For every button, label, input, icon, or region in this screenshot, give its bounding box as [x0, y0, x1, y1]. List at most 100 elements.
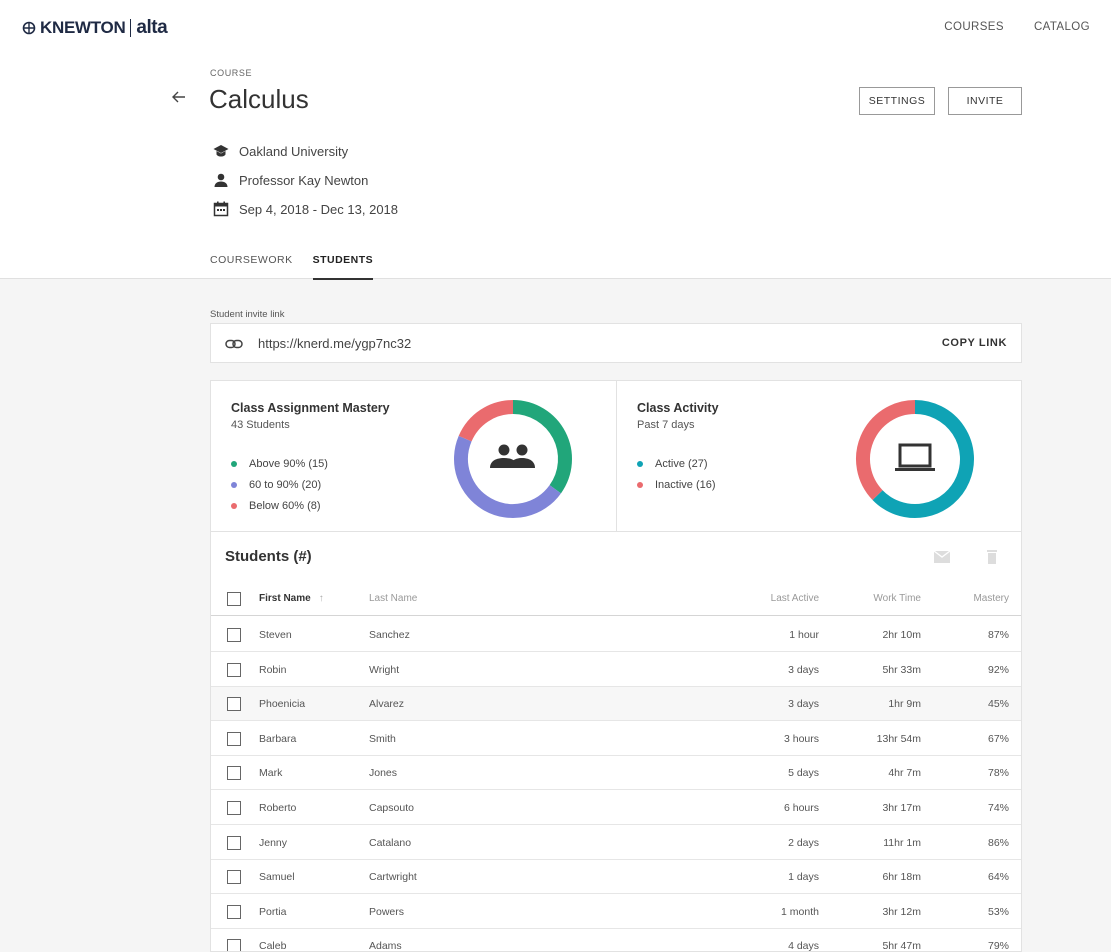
last-active-cell: 5 days — [788, 767, 819, 780]
work-time-cell: 11hr 1m — [883, 836, 921, 849]
table-row[interactable]: Jenny Catalano 2 days 11hr 1m 86% — [211, 826, 1021, 860]
activity-donut-chart — [856, 400, 974, 518]
legend-label: Below 60% (8) — [249, 499, 321, 512]
last-name-cell: Alvarez — [369, 698, 405, 711]
row-checkbox[interactable] — [227, 939, 241, 951]
work-time-cell: 6hr 18m — [882, 871, 921, 884]
invite-link-box: https://knerd.me/ygp7nc32 COPY LINK — [210, 323, 1022, 363]
legend-label: Active (27) — [655, 457, 708, 470]
group-icon — [490, 444, 535, 468]
mastery-cell: 92% — [987, 663, 1009, 676]
copy-link-button[interactable]: COPY LINK — [942, 337, 1007, 349]
table-row[interactable]: Steven Sanchez 1 hour 2hr 10m 87% — [211, 618, 1021, 652]
back-arrow-icon[interactable] — [170, 88, 188, 106]
row-checkbox[interactable] — [227, 731, 241, 746]
donut-segment — [856, 400, 916, 500]
tab-coursework[interactable]: COURSEWORK — [210, 254, 293, 280]
table-row[interactable]: Samuel Cartwright 1 days 6hr 18m 64% — [211, 860, 1021, 895]
work-time-cell: 3hr 12m — [882, 905, 921, 918]
brand-name: KNEWTON — [40, 18, 126, 37]
table-row[interactable]: Barbara Smith 3 hours 13hr 54m 67% — [211, 722, 1021, 756]
row-checkbox[interactable] — [227, 697, 241, 712]
legend-label: Above 90% (15) — [249, 457, 328, 470]
legend-inactive: Inactive (16) — [637, 474, 716, 495]
first-name-cell: Jenny — [259, 836, 288, 849]
students-table: Students (#) First Name ↑ Last Name Last … — [210, 532, 1022, 952]
activity-subtitle: Past 7 days — [637, 419, 695, 431]
sort-up-arrow-icon[interactable]: ↑ — [319, 593, 324, 604]
last-active-cell: 1 days — [788, 871, 819, 884]
link-icon — [225, 339, 243, 349]
calendar-icon — [213, 201, 229, 217]
row-checkbox[interactable] — [227, 662, 241, 677]
trash-icon[interactable] — [983, 549, 1001, 565]
column-last-active[interactable]: Last Active — [771, 593, 819, 604]
column-mastery[interactable]: Mastery — [973, 593, 1009, 604]
column-first-name[interactable]: First Name ↑ — [259, 593, 324, 604]
knewton-logo-icon — [22, 21, 36, 35]
mastery-card: Class Assignment Mastery 43 Students Abo… — [211, 381, 616, 531]
column-label: First Name — [259, 593, 311, 604]
row-checkbox[interactable] — [227, 904, 241, 919]
first-name-cell: Mark — [259, 767, 283, 780]
knewton-alta-logo[interactable]: KNEWTON alta — [21, 17, 168, 38]
first-name-cell: Steven — [259, 629, 292, 641]
legend-label: 60 to 90% (20) — [249, 478, 322, 491]
last-name-cell: Cartwright — [369, 871, 417, 884]
column-last-name[interactable]: Last Name — [369, 593, 417, 604]
brand-sub: alta — [136, 17, 168, 38]
last-name-cell: Capsouto — [369, 802, 414, 814]
settings-button[interactable]: SETTINGS — [859, 87, 935, 115]
mastery-legend: Above 90% (15) 60 to 90% (20) Below 60% … — [231, 453, 328, 516]
table-header-row: First Name ↑ Last Name Last Active Work T… — [211, 582, 1021, 616]
row-checkbox[interactable] — [227, 628, 241, 642]
table-row[interactable]: Portia Powers 1 month 3hr 12m 53% — [211, 895, 1021, 929]
activity-title: Class Activity — [637, 401, 719, 415]
row-checkbox[interactable] — [227, 835, 241, 850]
legend-below-60: Below 60% (8) — [231, 495, 328, 516]
first-name-cell: Phoenicia — [259, 698, 306, 711]
mastery-donut-chart — [454, 400, 572, 518]
red-dot-icon — [637, 481, 643, 488]
row-checkbox[interactable] — [227, 870, 241, 885]
mastery-cell: 53% — [987, 905, 1009, 918]
row-checkbox[interactable] — [227, 801, 241, 815]
mastery-cell: 45% — [987, 698, 1009, 711]
table-row[interactable]: Caleb Adams 4 days 5hr 47m 79% — [211, 929, 1021, 952]
invite-link-label: Student invite link — [210, 309, 285, 320]
person-icon — [214, 173, 228, 187]
last-name-cell: Powers — [369, 905, 405, 918]
tab-students[interactable]: STUDENTS — [312, 254, 374, 280]
row-checkbox[interactable] — [227, 766, 241, 781]
last-active-cell: 4 days — [788, 940, 819, 952]
select-all-checkbox[interactable] — [227, 592, 241, 606]
table-row[interactable]: Mark Jones 5 days 4hr 7m 78% — [211, 756, 1021, 791]
first-name-cell: Portia — [259, 905, 287, 918]
page-title: Calculus — [209, 84, 309, 114]
course-eyebrow: COURSE — [210, 68, 253, 78]
last-active-cell: 3 hours — [783, 732, 819, 745]
mastery-cell: 79% — [987, 940, 1009, 952]
activity-card: Class Activity Past 7 days Active (27) I… — [616, 381, 1021, 531]
legend-60-to-90: 60 to 90% (20) — [231, 474, 328, 495]
mail-icon[interactable] — [933, 549, 951, 565]
students-title: Students (#) — [225, 548, 312, 565]
table-row[interactable]: Roberto Capsouto 6 hours 3hr 17m 74% — [211, 791, 1021, 825]
course-tabs: COURSEWORK STUDENTS — [210, 254, 374, 280]
last-active-cell: 1 hour — [789, 629, 819, 641]
laptop-icon — [895, 443, 935, 471]
first-name-cell: Samuel — [259, 871, 295, 884]
mastery-cell: 67% — [987, 732, 1009, 745]
teal-dot-icon — [637, 460, 643, 467]
last-active-cell: 2 days — [788, 836, 819, 849]
invite-url[interactable]: https://knerd.me/ygp7nc32 — [258, 336, 411, 351]
last-name-cell: Adams — [369, 940, 402, 952]
nav-catalog[interactable]: CATALOG — [1034, 21, 1090, 33]
invite-button[interactable]: INVITE — [948, 87, 1022, 115]
table-row[interactable]: Phoenicia Alvarez 3 days 1hr 9m 45% — [211, 687, 1021, 722]
column-work-time[interactable]: Work Time — [873, 593, 921, 604]
table-row[interactable]: Robin Wright 3 days 5hr 33m 92% — [211, 653, 1021, 687]
course-school: Oakland University — [213, 143, 348, 159]
mastery-title: Class Assignment Mastery — [231, 401, 390, 415]
nav-courses[interactable]: COURSES — [944, 21, 1004, 33]
